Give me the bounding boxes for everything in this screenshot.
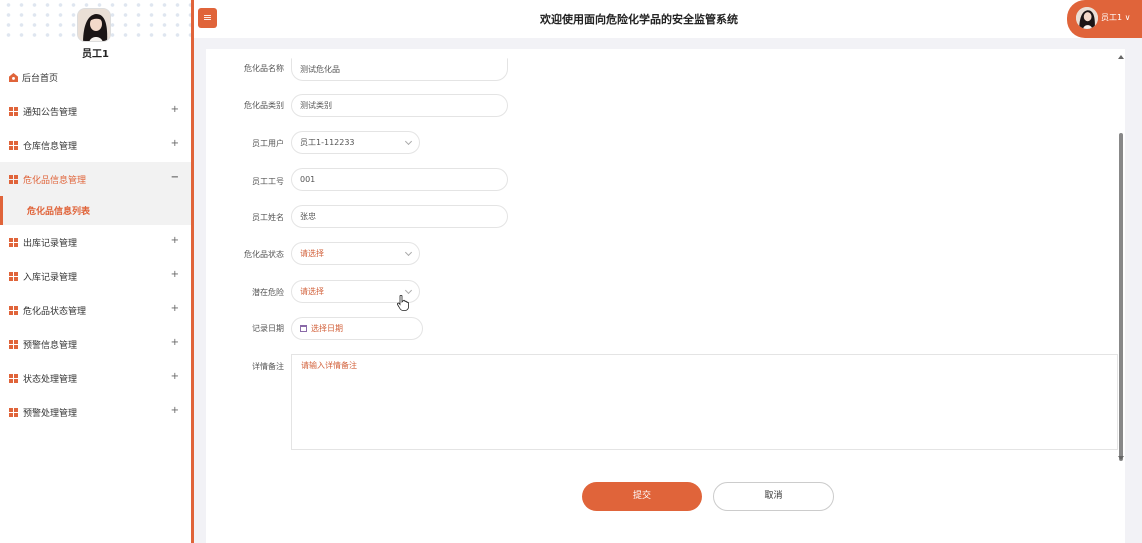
grid-icon xyxy=(9,305,18,315)
chem-status-label: 危化品状态 xyxy=(244,250,284,259)
employee-name-input[interactable]: 张忠 xyxy=(291,205,508,228)
sidebar-item-label: 仓库信息管理 xyxy=(23,141,78,152)
grid-icon xyxy=(9,106,18,116)
grid-icon xyxy=(9,237,18,247)
cancel-button[interactable]: 取消 xyxy=(713,482,834,511)
sidebar-item-home[interactable]: 后台首页 xyxy=(0,60,191,94)
sidebar-item-chemical-status[interactable]: 危化品状态管理 + xyxy=(0,293,191,327)
chevron-down-icon xyxy=(404,286,413,295)
scroll-down-icon[interactable] xyxy=(1118,456,1124,460)
sidebar-item-outbound[interactable]: 出库记录管理 + xyxy=(0,225,191,259)
sidebar-item-label: 预警处理管理 xyxy=(23,408,78,419)
sidebar-item-label: 通知公告管理 xyxy=(23,107,78,118)
employee-user-label: 员工用户 xyxy=(252,139,284,148)
calendar-icon xyxy=(300,325,307,332)
scrollbar[interactable] xyxy=(1117,49,1125,464)
expand-icon[interactable]: + xyxy=(171,138,179,149)
expand-icon[interactable]: + xyxy=(171,337,179,348)
avatar[interactable] xyxy=(77,8,111,42)
select-value: 员工1-112233 xyxy=(300,138,355,147)
chem-name-label: 危化品名称 xyxy=(244,64,284,73)
sidebar-menu: 后台首页 通知公告管理 + 仓库信息管理 + 危化品信息管理 − 危化品信息列表… xyxy=(0,60,191,429)
expand-icon[interactable]: + xyxy=(171,104,179,115)
hand-cursor-icon xyxy=(397,295,409,311)
sidebar-item-label: 出库记录管理 xyxy=(23,238,78,249)
remarks-textarea[interactable]: 请输入详情备注 xyxy=(291,354,1118,450)
scroll-up-icon[interactable] xyxy=(1118,55,1124,59)
sidebar-item-status-handling[interactable]: 状态处理管理 + xyxy=(0,361,191,395)
scroll-thumb[interactable] xyxy=(1119,133,1123,461)
sidebar-item-label: 状态处理管理 xyxy=(23,374,78,385)
sidebar-item-inbound[interactable]: 入库记录管理 + xyxy=(0,259,191,293)
sidebar-item-label: 入库记录管理 xyxy=(23,272,78,283)
employee-name-label: 员工姓名 xyxy=(252,213,284,222)
chevron-down-icon xyxy=(404,137,413,146)
grid-icon xyxy=(9,373,18,383)
sidebar: 员工1 后台首页 通知公告管理 + 仓库信息管理 + 危化品信息管理 − 危化品… xyxy=(0,0,194,543)
sidebar-item-warning-handling[interactable]: 预警处理管理 + xyxy=(0,395,191,429)
chem-category-input[interactable]: 测试类别 xyxy=(291,94,508,117)
sidebar-item-warnings[interactable]: 预警信息管理 + xyxy=(0,327,191,361)
chem-category-label: 危化品类别 xyxy=(244,101,284,110)
chem-status-select[interactable]: 请选择 xyxy=(291,242,420,265)
grid-icon xyxy=(9,140,18,150)
chem-name-input[interactable]: 测试危化品 xyxy=(291,58,508,81)
grid-icon xyxy=(9,407,18,417)
user-menu[interactable]: 员工1 ∨ xyxy=(1067,0,1142,38)
potential-risk-label: 潜在危险 xyxy=(252,288,284,297)
sidebar-item-label: 危化品信息管理 xyxy=(23,175,87,186)
employee-no-label: 员工工号 xyxy=(252,177,284,186)
sidebar-item-label: 预警信息管理 xyxy=(23,340,78,351)
avatar-small xyxy=(1076,7,1098,29)
user-name: 员工1 xyxy=(82,49,109,60)
employee-user-select[interactable]: 员工1-112233 xyxy=(291,131,420,154)
remarks-label: 详情备注 xyxy=(252,362,284,371)
grid-icon xyxy=(9,174,18,184)
sidebar-subitem-chemical-list[interactable]: 危化品信息列表 xyxy=(0,196,191,225)
expand-icon[interactable]: + xyxy=(171,303,179,314)
date-placeholder: 选择日期 xyxy=(311,324,343,333)
page-title: 欢迎使用面向危险化学品的安全监管系统 xyxy=(540,13,738,26)
collapse-icon[interactable]: − xyxy=(171,172,179,183)
expand-icon[interactable]: + xyxy=(171,371,179,382)
sidebar-item-label: 危化品状态管理 xyxy=(23,306,87,317)
grid-icon xyxy=(9,339,18,349)
expand-icon[interactable]: + xyxy=(171,269,179,280)
employee-no-input[interactable]: 001 xyxy=(291,168,508,191)
expand-icon[interactable]: + xyxy=(171,235,179,246)
chevron-down-icon xyxy=(404,248,413,257)
record-date-label: 记录日期 xyxy=(252,324,284,333)
record-date-picker[interactable]: 选择日期 xyxy=(291,317,423,340)
sidebar-item-label: 后台首页 xyxy=(22,73,59,84)
sidebar-item-notices[interactable]: 通知公告管理 + xyxy=(0,94,191,128)
top-bar: ≡ 欢迎使用面向危险化学品的安全监管系统 员工1 ∨ xyxy=(194,0,1142,38)
select-placeholder: 请选择 xyxy=(300,249,324,258)
submit-button[interactable]: 提交 xyxy=(582,482,702,511)
user-menu-label: 员工1 ∨ xyxy=(1101,13,1131,22)
sidebar-item-chemicals[interactable]: 危化品信息管理 − xyxy=(0,162,191,196)
grid-icon xyxy=(9,271,18,281)
home-icon xyxy=(9,72,18,82)
expand-icon[interactable]: + xyxy=(171,405,179,416)
sidebar-item-warehouse[interactable]: 仓库信息管理 + xyxy=(0,128,191,162)
select-placeholder: 请选择 xyxy=(300,287,324,296)
